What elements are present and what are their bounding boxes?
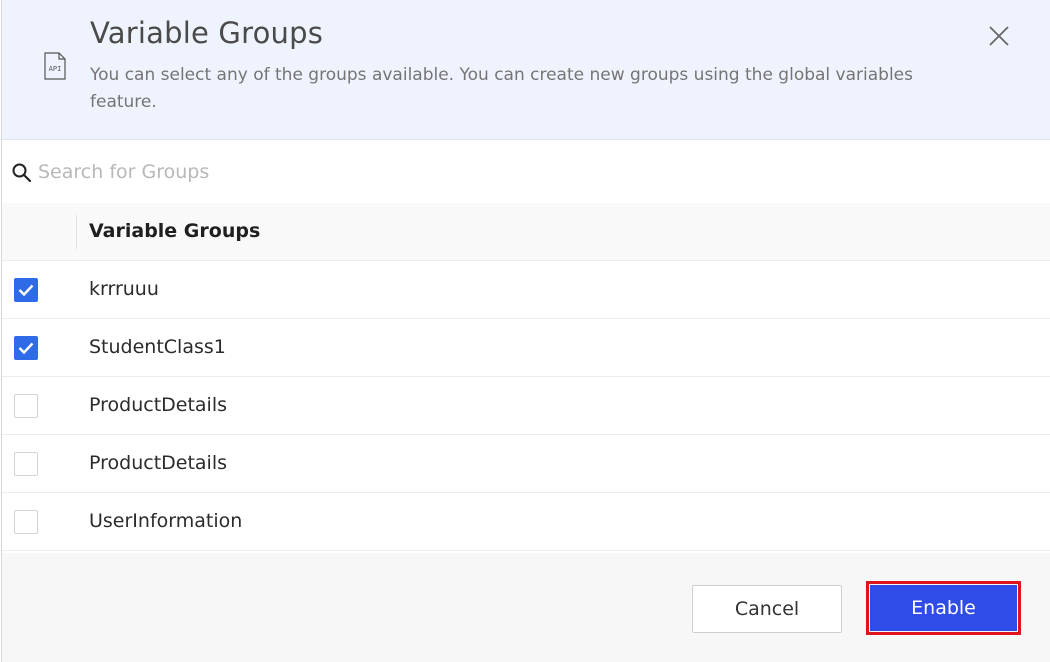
close-icon[interactable] <box>986 23 1012 49</box>
row-checkbox[interactable] <box>14 510 38 534</box>
row-label: ProductDetails <box>89 394 228 416</box>
table-row[interactable]: StudentClass1 <box>2 319 1050 377</box>
dialog-title: Variable Groups <box>90 16 324 50</box>
api-file-icon: API <box>42 52 68 80</box>
search-bar <box>2 141 1050 203</box>
search-icon <box>11 162 33 184</box>
column-divider <box>76 215 77 249</box>
row-label: ProductDetails <box>89 452 228 474</box>
enable-button-highlight: Enable <box>866 581 1021 635</box>
row-checkbox[interactable] <box>14 452 38 476</box>
variable-groups-dialog: API Variable Groups You can select any o… <box>1 0 1050 662</box>
table-row[interactable]: ProductDetails <box>2 377 1050 435</box>
table-row[interactable]: UserInformation <box>2 493 1050 551</box>
search-input[interactable] <box>38 155 738 189</box>
row-label: StudentClass1 <box>89 336 226 358</box>
cancel-button[interactable]: Cancel <box>692 585 842 633</box>
row-checkbox[interactable] <box>14 394 38 418</box>
row-label: krrruuu <box>89 278 159 300</box>
api-icon-text: API <box>49 65 62 73</box>
table-row[interactable]: krrruuu <box>2 261 1050 319</box>
row-label: UserInformation <box>89 510 243 532</box>
row-checkbox[interactable] <box>14 278 38 302</box>
table-row[interactable]: ProductDetails <box>2 435 1050 493</box>
table-header: Variable Groups <box>2 203 1050 261</box>
dialog-header: API Variable Groups You can select any o… <box>2 0 1050 140</box>
row-checkbox[interactable] <box>14 336 38 360</box>
enable-button[interactable]: Enable <box>870 585 1017 631</box>
variable-groups-table: Variable Groups krrruuu StudentClass1 Pr… <box>2 203 1050 553</box>
column-header-variable-groups: Variable Groups <box>89 220 261 242</box>
dialog-footer: Cancel Enable <box>2 553 1050 662</box>
dialog-subtitle: You can select any of the groups availab… <box>90 65 913 112</box>
